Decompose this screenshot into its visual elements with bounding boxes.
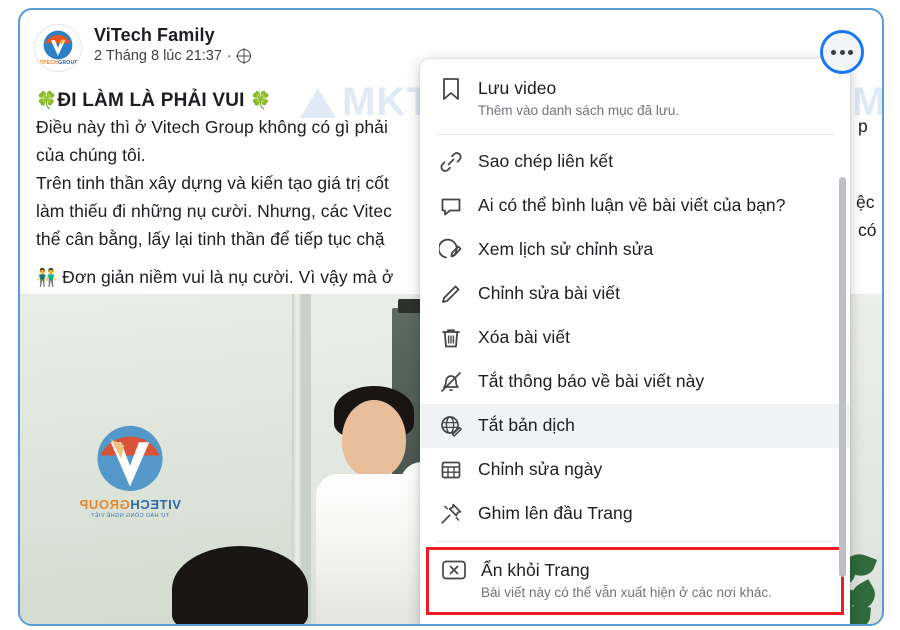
photo-person-head xyxy=(342,400,406,478)
comment-bubble-icon xyxy=(436,192,466,218)
bell-off-icon xyxy=(436,368,466,394)
menu-item-edit-post[interactable]: Chỉnh sửa bài viết xyxy=(420,272,850,316)
post-title: ĐI LÀM LÀ PHẢI VUI xyxy=(57,90,245,111)
menu-items-container: Lưu video Thêm vào danh sách mục đã lưu. xyxy=(420,59,850,624)
menu-item-label: Ẩn khỏi Trang xyxy=(481,560,590,580)
avatar[interactable]: VITECHGROUP xyxy=(34,24,82,72)
photo-person-hair xyxy=(172,546,308,624)
page-name[interactable]: ViTech Family xyxy=(94,25,251,46)
photo-person xyxy=(172,546,312,624)
post-options-menu[interactable]: Lưu video Thêm vào danh sách mục đã lưu. xyxy=(420,59,850,624)
menu-item-text: Sao chép liên kết xyxy=(478,148,613,173)
post-timestamp[interactable]: 2 Tháng 8 lúc 21:37 xyxy=(94,48,222,64)
avatar-wordmark: VITECHGROUP xyxy=(37,59,79,66)
post-author-meta: ViTech Family 2 Tháng 8 lúc 21:37 · xyxy=(94,24,251,64)
more-options-button[interactable] xyxy=(820,30,864,74)
people-emoji: 👬 xyxy=(36,268,58,287)
menu-item-label: Ai có thể bình luận về bài viết của bạn? xyxy=(478,195,786,215)
photo-wall-logo: VITECHGROUP TỰ HÀO CÔNG NGHỆ VIỆT xyxy=(66,420,194,520)
more-options-wrapper[interactable] xyxy=(820,30,864,74)
menu-item-text: Ai có thể bình luận về bài viết của bạn? xyxy=(478,192,786,217)
menu-item-edit-date[interactable]: Chỉnh sửa ngày xyxy=(420,448,850,492)
post-timestamp-row: 2 Tháng 8 lúc 21:37 · xyxy=(94,48,251,64)
globe-translate-icon xyxy=(436,412,466,438)
menu-item-text: Chỉnh sửa ngày xyxy=(478,456,602,481)
menu-item-text: Ẩn khỏi Trang Bài viết này có thể vẫn xu… xyxy=(481,557,772,603)
occluded-text-fragment: có xyxy=(858,220,877,240)
menu-item-label: Chỉnh sửa bài viết xyxy=(478,283,620,303)
menu-item-who-can-comment[interactable]: Ai có thể bình luận về bài viết của bạn? xyxy=(420,184,850,228)
menu-item-label: Chỉnh sửa ngày xyxy=(478,459,603,479)
menu-item-label: Tắt thông báo về bài viết này xyxy=(478,371,705,391)
occluded-text-fragment: ệc xyxy=(856,192,875,212)
x-box-icon xyxy=(439,557,469,581)
occluded-text-fragment: p xyxy=(858,116,868,136)
menu-item-copy-link[interactable]: Sao chép liên kết xyxy=(420,140,850,184)
clover-emoji: 🍀 xyxy=(36,91,58,110)
menu-item-label: Tắt bản dịch xyxy=(478,415,575,435)
menu-item-label: Xóa bài viết xyxy=(478,327,571,347)
watermark-text: MKT xyxy=(852,80,884,124)
menu-item-text: Xóa bài viết xyxy=(478,324,570,349)
menu-item-label: Sao chép liên kết xyxy=(478,151,614,171)
bookmark-icon xyxy=(436,75,466,101)
post-closing-text: Đơn giản niềm vui là nụ cười. Vì vậy mà … xyxy=(62,267,394,287)
menu-item-label: Ghim lên đầu Trang xyxy=(478,503,633,523)
facebook-post-card: MKT MKT VITECHGROUP xyxy=(18,8,884,626)
menu-divider xyxy=(436,541,834,542)
menu-item-text: Tắt thông báo về bài viết này xyxy=(478,368,704,393)
screenshot-root: MKT MKT VITECHGROUP xyxy=(0,0,900,630)
menu-item-delete-post[interactable]: Xóa bài viết xyxy=(420,316,850,360)
clover-emoji: 🍀 xyxy=(250,91,272,110)
menu-item-sublabel: Thêm vào danh sách mục đã lưu. xyxy=(478,103,680,118)
menu-item-save-video[interactable]: Lưu video Thêm vào danh sách mục đã lưu. xyxy=(420,67,850,129)
pencil-icon xyxy=(436,280,466,306)
menu-item-text: Xem lịch sử chỉnh sửa xyxy=(478,236,653,261)
menu-item-sublabel: Bài viết này có thể vẫn xuất hiện ở các … xyxy=(481,585,772,600)
calendar-grid-icon xyxy=(436,456,466,482)
menu-item-edit-history[interactable]: Xem lịch sử chỉnh sửa xyxy=(420,228,850,272)
ellipsis-dot xyxy=(831,49,836,55)
separator-dot: · xyxy=(226,48,232,64)
ellipsis-dot xyxy=(839,49,845,55)
avatar-logo-icon xyxy=(43,30,73,60)
photo-logo-tagline: TỰ HÀO CÔNG NGHỆ VIỆT xyxy=(90,513,170,519)
menu-item-text: Tắt bản dịch xyxy=(478,412,575,437)
ellipsis-dot xyxy=(848,49,853,55)
link-icon xyxy=(436,148,466,174)
menu-item-pin-to-top[interactable]: Ghim lên đầu Trang xyxy=(420,492,850,536)
menu-item-turn-off-notifications[interactable]: Tắt thông báo về bài viết này xyxy=(420,360,850,404)
menu-item-text: Chỉnh sửa bài viết xyxy=(478,280,620,305)
pin-icon xyxy=(436,500,466,526)
menu-item-label: Xem lịch sử chỉnh sửa xyxy=(478,239,654,259)
menu-item-hide-from-page[interactable]: Ẩn khỏi Trang Bài viết này có thể vẫn xu… xyxy=(426,547,844,615)
menu-item-turn-off-translation[interactable]: Tắt bản dịch xyxy=(420,404,850,448)
menu-item-text: Ghim lên đầu Trang xyxy=(478,500,633,525)
photo-logo-name: VITECHGROUP xyxy=(79,497,181,512)
menu-divider xyxy=(436,134,834,135)
trash-icon xyxy=(436,324,466,350)
menu-item-text: Lưu video Thêm vào danh sách mục đã lưu. xyxy=(478,75,679,121)
edit-history-icon xyxy=(436,236,466,262)
menu-item-label: Lưu video xyxy=(478,78,557,98)
menu-scrollbar[interactable] xyxy=(839,177,846,577)
photo-logo-mark-icon xyxy=(93,420,167,494)
globe-icon xyxy=(236,49,251,63)
